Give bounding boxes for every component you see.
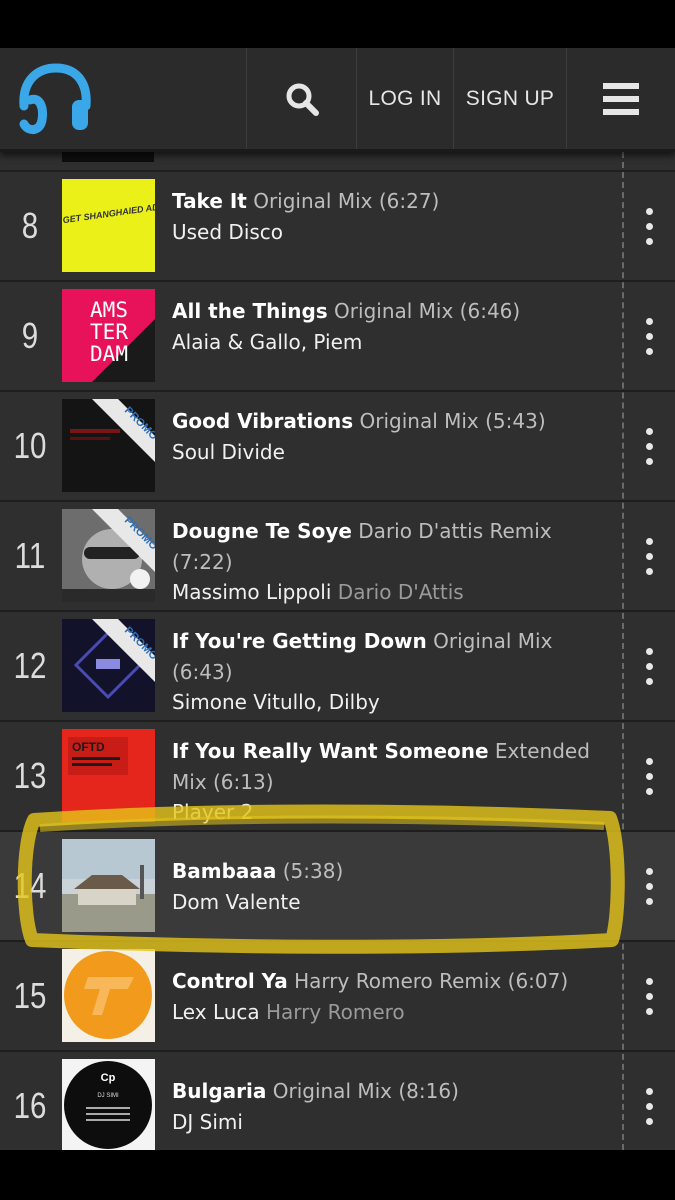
track-row[interactable]: 13 OFTD If You Really Want Someone Exten… (0, 722, 675, 832)
track-mix: Original Mix (6:27) (253, 189, 440, 213)
track-info: Good Vibrations Original Mix (5:43) Soul… (172, 406, 592, 467)
track-list: 8 LET'S GET SHANGHAIED ADE 1.0 Take It O… (0, 152, 675, 1150)
more-options-button[interactable] (624, 942, 675, 1050)
track-rank: 8 (21, 205, 39, 246)
track-info: Bambaaa (5:38) Dom Valente (172, 856, 592, 917)
track-mix: Harry Romero Remix (6:07) (294, 969, 569, 993)
track-info: Bulgaria Original Mix (8:16) DJ Simi (172, 1076, 592, 1137)
svg-text:AMS: AMS (90, 298, 128, 322)
album-art[interactable]: Cp DJ SIMI (62, 1059, 155, 1150)
track-rank: 10 (13, 425, 47, 466)
kebab-menu-icon (646, 864, 653, 909)
track-info: Take It Original Mix (6:27) Used Disco (172, 186, 592, 247)
track-artist[interactable]: Lex Luca (172, 1000, 260, 1024)
album-art[interactable]: PROMO (62, 509, 155, 602)
track-row[interactable]: 9 AMS TER DAM All the Things Original Mi… (0, 282, 675, 392)
kebab-menu-icon (646, 534, 653, 579)
track-title[interactable]: Control Ya (172, 969, 288, 993)
album-art[interactable]: LET'S GET SHANGHAIED ADE 1.0 (62, 179, 155, 272)
kebab-menu-icon (646, 974, 653, 1019)
kebab-menu-icon (646, 204, 653, 249)
menu-button[interactable] (566, 48, 675, 149)
album-art[interactable]: PROMO (62, 399, 155, 492)
track-artist[interactable]: Used Disco (172, 220, 283, 244)
signup-button[interactable]: SIGN UP (453, 48, 566, 149)
track-artist[interactable]: Soul Divide (172, 440, 285, 464)
track-row[interactable]: 16 Cp DJ SIMI Bulgaria Original Mix (8:1… (0, 1052, 675, 1150)
more-options-button[interactable] (624, 612, 675, 720)
album-art-text: OFTD (72, 740, 105, 754)
track-rank: 14 (13, 865, 47, 906)
bottom-bar (0, 1150, 675, 1200)
album-art[interactable]: PROMO (62, 619, 155, 712)
track-rank: 9 (21, 315, 39, 356)
track-row[interactable]: 12 PROMO If You're Getting Down Original… (0, 612, 675, 722)
album-art[interactable] (62, 949, 155, 1042)
album-art (62, 152, 154, 162)
kebab-menu-icon (646, 1084, 653, 1129)
track-info: All the Things Original Mix (6:46) Alaia… (172, 296, 592, 357)
track-title[interactable]: Bulgaria (172, 1079, 266, 1103)
track-row[interactable]: 14 Bambaaa (5:38) Dom Valente (0, 832, 675, 942)
more-options-button[interactable] (624, 392, 675, 500)
more-options-button[interactable] (624, 832, 675, 940)
track-mix: Original Mix (6:46) (334, 299, 521, 323)
track-rank: 16 (13, 1085, 47, 1126)
track-title[interactable]: Good Vibrations (172, 409, 353, 433)
track-rank: 13 (13, 755, 47, 796)
track-row[interactable]: 8 LET'S GET SHANGHAIED ADE 1.0 Take It O… (0, 172, 675, 282)
album-art-text: DJ SIMI (97, 1093, 119, 1099)
track-artist[interactable]: Dom Valente (172, 890, 301, 914)
track-row[interactable]: 15 Control Ya Harry Romero Remix (6:07) … (0, 942, 675, 1052)
track-artist[interactable]: Massimo Lippoli (172, 580, 331, 604)
login-button[interactable]: LOG IN (356, 48, 453, 149)
track-title[interactable]: If You Really Want Someone (172, 739, 489, 763)
track-info: If You're Getting Down Original Mix (6:4… (172, 626, 592, 718)
track-title[interactable]: Take It (172, 189, 247, 213)
track-title[interactable]: Bambaaa (172, 859, 276, 883)
more-options-button[interactable] (624, 1052, 675, 1150)
svg-text:DAM: DAM (90, 342, 128, 366)
track-artist[interactable]: DJ Simi (172, 1110, 243, 1134)
kebab-menu-icon (646, 644, 653, 689)
search-button[interactable] (246, 48, 356, 149)
more-options-button[interactable] (624, 282, 675, 390)
track-mix: (5:38) (282, 859, 344, 883)
track-title[interactable]: Dougne Te Soye (172, 519, 352, 543)
track-row[interactable]: 11 PROMO Dougne Te Soye Dario D'attis Re… (0, 502, 675, 612)
track-mix: Original Mix (8:16) (272, 1079, 459, 1103)
more-options-button[interactable] (624, 502, 675, 610)
track-rank: 15 (13, 975, 47, 1016)
album-art[interactable] (62, 839, 155, 932)
track-title[interactable]: All the Things (172, 299, 328, 323)
more-options-button[interactable] (624, 722, 675, 830)
album-art[interactable]: OFTD (62, 729, 155, 822)
svg-text:TER: TER (90, 320, 128, 344)
track-mix: Original Mix (5:43) (359, 409, 546, 433)
hamburger-menu-icon (603, 82, 639, 115)
headphones-icon[interactable] (14, 62, 94, 138)
kebab-menu-icon (646, 314, 653, 359)
track-rank: 12 (13, 645, 47, 686)
kebab-menu-icon (646, 424, 653, 469)
track-info: Control Ya Harry Romero Remix (6:07) Lex… (172, 966, 592, 1027)
status-bar (0, 0, 675, 48)
track-artist[interactable]: Player 2 (172, 800, 253, 824)
track-info: If You Really Want Someone Extended Mix … (172, 736, 592, 828)
track-rank: 11 (14, 535, 46, 576)
track-artist[interactable]: Alaia & Gallo, Piem (172, 330, 362, 354)
track-title[interactable]: If You're Getting Down (172, 629, 427, 653)
track-artist[interactable]: Simone Vitullo, Dilby (172, 690, 380, 714)
track-row[interactable]: 10 PROMO Good Vibrations Original Mix (5… (0, 392, 675, 502)
search-icon (286, 83, 319, 116)
previous-track-row (0, 152, 675, 172)
kebab-menu-icon (646, 754, 653, 799)
app-header: LOG IN SIGN UP (0, 48, 675, 152)
svg-text:Cp: Cp (101, 1072, 116, 1084)
track-remixer[interactable]: Harry Romero (266, 1000, 405, 1024)
track-info: Dougne Te Soye Dario D'attis Remix (7:22… (172, 516, 592, 608)
album-art[interactable]: AMS TER DAM (62, 289, 155, 382)
more-options-button[interactable] (624, 172, 675, 280)
track-remixer[interactable]: Dario D'Attis (338, 580, 464, 604)
